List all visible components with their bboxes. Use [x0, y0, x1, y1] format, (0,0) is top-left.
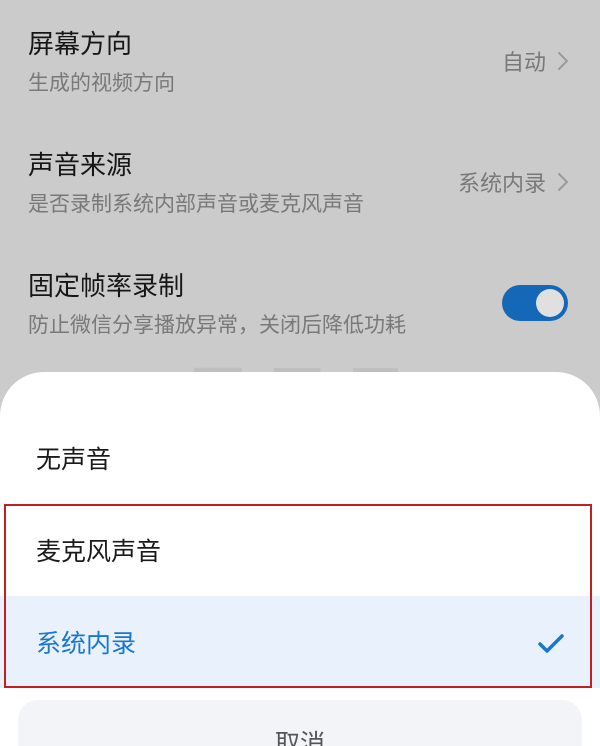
- sheet-option-system[interactable]: 系统内录: [0, 596, 600, 688]
- cancel-label: 取消: [275, 730, 325, 746]
- sheet-option-no-sound[interactable]: 无声音: [0, 412, 600, 504]
- option-label: 麦克风声音: [36, 532, 161, 568]
- action-sheet: 无声音 麦克风声音 系统内录 取消: [0, 372, 600, 746]
- sheet-options: 无声音 麦克风声音 系统内录: [0, 412, 600, 688]
- check-icon: [538, 632, 564, 652]
- option-label: 无声音: [36, 440, 111, 476]
- cancel-button[interactable]: 取消: [18, 700, 582, 746]
- option-label: 系统内录: [36, 624, 136, 660]
- sheet-option-mic[interactable]: 麦克风声音: [0, 504, 600, 596]
